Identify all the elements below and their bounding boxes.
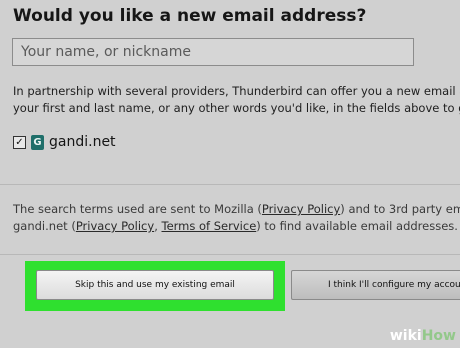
terms-text: ) to find available email addresses.: [256, 219, 458, 233]
new-email-dialog: Would you like a new email address? In p…: [0, 0, 460, 348]
description-line-2: your first and last name, or any other w…: [13, 101, 460, 115]
wikihow-watermark: wikiHow: [390, 328, 456, 344]
provider-checkbox[interactable]: ✓: [13, 135, 26, 149]
partnership-description: In partnership with several providers, T…: [13, 83, 460, 117]
watermark-wiki: wiki: [389, 328, 422, 344]
terms-text: ) and to 3rd party em: [340, 202, 460, 216]
terms-text: ,: [154, 219, 162, 233]
description-line-1: In partnership with several providers, T…: [13, 84, 460, 98]
configure-manually-button[interactable]: I think I'll configure my accou: [291, 270, 460, 300]
divider: [0, 254, 460, 255]
divider: [0, 184, 460, 185]
provider-row-gandi[interactable]: ✓ G gandi.net: [13, 133, 116, 151]
provider-name: gandi.net: [49, 134, 116, 150]
name-nickname-input[interactable]: [12, 38, 414, 66]
gandi-privacy-policy-link[interactable]: Privacy Policy: [76, 219, 154, 233]
terms-line-2: gandi.net (Privacy Policy, Terms of Serv…: [13, 218, 460, 235]
skip-use-existing-email-button[interactable]: Skip this and use my existing email: [36, 270, 274, 300]
terms-text: gandi.net (: [13, 219, 76, 233]
search-terms-notice: The search terms used are sent to Mozill…: [13, 201, 460, 235]
gandi-terms-of-service-link[interactable]: Terms of Service: [162, 219, 257, 233]
mozilla-privacy-policy-link[interactable]: Privacy Policy: [262, 202, 340, 216]
terms-text: The search terms used are sent to Mozill…: [13, 202, 262, 216]
dialog-heading: Would you like a new email address?: [13, 6, 367, 26]
watermark-how: How: [421, 328, 456, 344]
gandi-logo-icon: G: [31, 134, 44, 150]
terms-line-1: The search terms used are sent to Mozill…: [13, 201, 460, 218]
